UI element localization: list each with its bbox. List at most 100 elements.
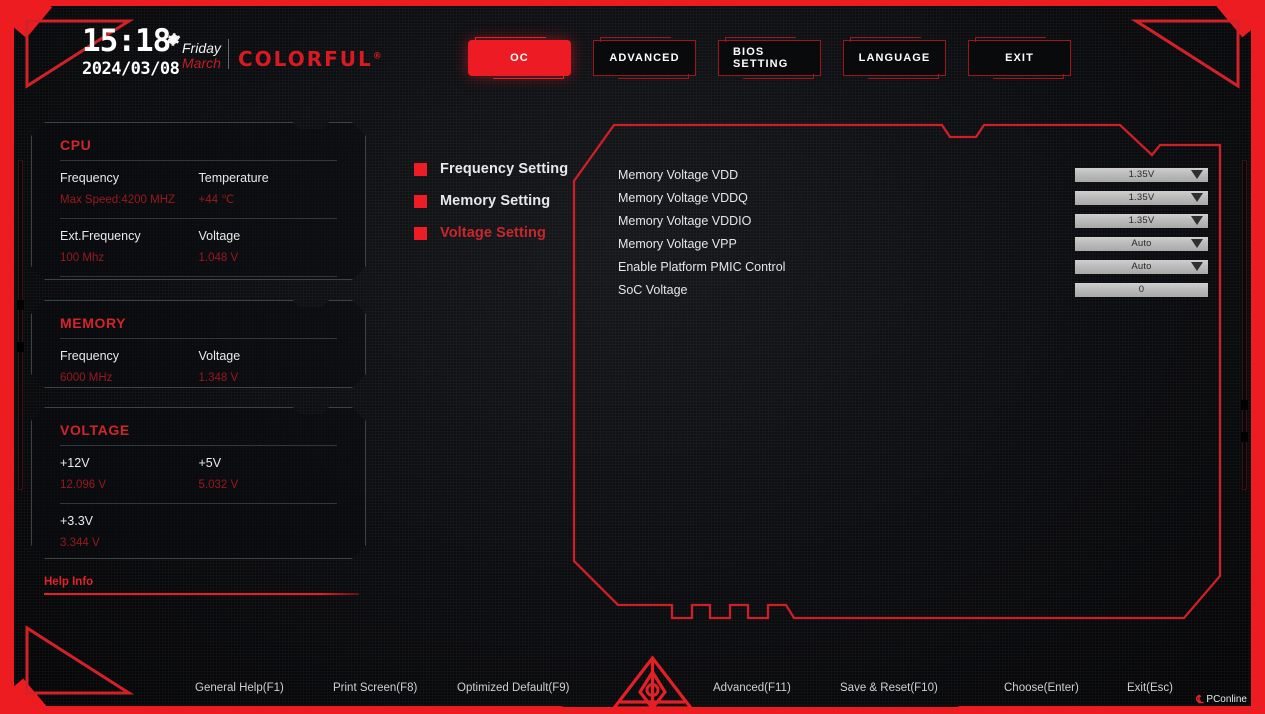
header: 15:18 2024/03/08 Friday March COLORFUL® … — [0, 6, 1265, 90]
info-cell: Frequency 6000 MHz — [60, 347, 199, 387]
setting-label: Memory Voltage VDDQ — [618, 190, 748, 205]
hotkey-general-help[interactable]: General Help(F1) — [195, 682, 284, 694]
menu-item-voltage-setting[interactable]: Voltage Setting — [414, 217, 568, 249]
divider — [60, 561, 337, 562]
settings-list: Memory Voltage VDD 1.35V Memory Voltage … — [618, 163, 1208, 301]
tab-oc-label: OC — [510, 52, 529, 64]
tab-language-label: LANGUAGE — [858, 52, 931, 64]
frame-rail-left — [18, 160, 23, 490]
tab-bios-setting[interactable]: BIOS SETTING — [718, 37, 821, 79]
tab-exit[interactable]: EXIT — [968, 37, 1071, 79]
info-value: 3.344 V — [60, 536, 100, 549]
bullet-square-icon — [414, 162, 427, 176]
rail-notch-right-2 — [1241, 432, 1248, 442]
squiggle-decoration — [60, 562, 337, 576]
setting-row-memory-voltage-vdd: Memory Voltage VDD 1.35V — [618, 163, 1208, 186]
hotkey-choose[interactable]: Choose(Enter) — [1004, 682, 1079, 694]
dropdown-memory-voltage-vpp[interactable]: Auto — [1075, 236, 1208, 251]
help-info: Help Info — [44, 576, 359, 595]
setting-control: Auto — [942, 236, 1208, 251]
tab-advanced-label: ADVANCED — [609, 52, 680, 64]
chevron-down-icon — [1191, 169, 1203, 179]
info-card-voltage-title: VOLTAGE — [60, 422, 130, 438]
input-value: 0 — [1138, 284, 1145, 295]
info-value: 5.032 V — [198, 478, 239, 491]
info-key: Voltage — [198, 349, 241, 363]
info-value: 12.096 V — [60, 478, 107, 491]
info-card-memory-title: MEMORY — [60, 315, 127, 331]
dropdown-value: 1.35V — [1128, 169, 1155, 180]
footer-stripe — [0, 706, 1265, 714]
info-cell — [199, 512, 338, 552]
brand-name: COLORFUL — [238, 47, 373, 71]
rail-notch-left-2 — [17, 342, 24, 352]
frame-edge-right — [1251, 6, 1265, 707]
chevron-down-icon — [1191, 192, 1203, 202]
info-cell: Frequency Max Speed:4200 MHZ — [60, 169, 199, 209]
menu-item-voltage-setting-label: Voltage Setting — [440, 225, 546, 241]
setting-row-memory-voltage-vpp: Memory Voltage VPP Auto — [618, 232, 1208, 255]
rail-notch-left-1 — [17, 300, 24, 310]
rail-notch-right-1 — [1241, 400, 1248, 410]
info-card-cpu-title: CPU — [60, 137, 92, 153]
setting-label: Memory Voltage VDDIO — [618, 213, 752, 228]
menu-item-memory-setting[interactable]: Memory Setting — [414, 185, 568, 217]
info-key: Frequency — [60, 349, 120, 363]
setting-control: Auto — [942, 259, 1208, 274]
info-key: +12V — [60, 456, 90, 470]
footer-hotkey-bar: General Help(F1) Print Screen(F8) Optimi… — [0, 669, 1265, 707]
hotkey-exit[interactable]: Exit(Esc) — [1127, 682, 1173, 694]
info-value: +44 ℃ — [198, 193, 235, 206]
clock-time: 15:18 — [82, 23, 171, 59]
dropdown-enable-platform-pmic-control[interactable]: Auto — [1075, 259, 1208, 274]
info-cell: Temperature +44 ℃ — [199, 169, 338, 209]
dropdown-value: Auto — [1131, 238, 1152, 249]
setting-control: 1.35V — [942, 190, 1208, 205]
setting-label: Memory Voltage VPP — [618, 236, 737, 251]
oc-submenu: Frequency Setting Memory Setting Voltage… — [414, 153, 568, 249]
brand-logo: COLORFUL® — [238, 47, 384, 71]
info-card-cpu: CPU Frequency Max Speed:4200 MHZ Tempera… — [31, 122, 366, 280]
info-card-memory: MEMORY Frequency 6000 MHz Voltage 1.348 … — [31, 300, 366, 388]
chevron-down-icon — [1191, 238, 1203, 248]
help-info-label: Help Info — [44, 576, 94, 588]
clock-widget: 15:18 2024/03/08 — [82, 23, 180, 80]
info-key: Voltage — [198, 229, 241, 244]
info-key: +5V — [198, 456, 222, 470]
info-cell: +5V 5.032 V — [199, 454, 338, 494]
info-value: 1.048 V — [198, 251, 239, 264]
setting-row-memory-voltage-vddio: Memory Voltage VDDIO 1.35V — [618, 209, 1208, 232]
info-row: Frequency 6000 MHz Voltage 1.348 V — [60, 339, 337, 396]
info-row: Ext.Frequency 100 Mhz Voltage 1.048 V — [60, 219, 337, 276]
day-name: Friday — [182, 40, 221, 56]
info-cell: Ext.Frequency 100 Mhz — [60, 227, 199, 267]
info-cell: Voltage 1.348 V — [199, 347, 338, 387]
info-key: +3.3V — [60, 514, 94, 529]
info-value: 6000 MHz — [60, 371, 113, 384]
input-soc-voltage[interactable]: 0 — [1075, 282, 1208, 297]
gear-icon — [166, 33, 181, 46]
hotkey-save-reset[interactable]: Save & Reset(F10) — [840, 682, 938, 694]
settings-panel: Memory Voltage VDD 1.35V Memory Voltage … — [572, 121, 1222, 620]
hotkey-advanced[interactable]: Advanced(F11) — [713, 682, 791, 694]
dropdown-value: Auto — [1131, 261, 1152, 272]
squiggle-decoration — [60, 277, 337, 291]
setting-row-soc-voltage: SoC Voltage 0 — [618, 278, 1208, 301]
tab-bios-setting-label: BIOS SETTING — [733, 46, 789, 70]
tab-exit-label: EXIT — [1005, 52, 1034, 64]
tab-advanced[interactable]: ADVANCED — [593, 37, 696, 79]
menu-item-frequency-setting[interactable]: Frequency Setting — [414, 153, 568, 185]
hotkey-print-screen[interactable]: Print Screen(F8) — [333, 682, 417, 694]
dropdown-memory-voltage-vddio[interactable]: 1.35V — [1075, 213, 1208, 228]
tab-oc[interactable]: OC — [468, 37, 571, 79]
hotkey-optimized-default[interactable]: Optimized Default(F9) — [457, 682, 569, 694]
dropdown-memory-voltage-vdd[interactable]: 1.35V — [1075, 167, 1208, 182]
setting-row-memory-voltage-vddq: Memory Voltage VDDQ 1.35V — [618, 186, 1208, 209]
tab-language[interactable]: LANGUAGE — [843, 37, 946, 79]
dropdown-memory-voltage-vddq[interactable]: 1.35V — [1075, 190, 1208, 205]
header-divider — [228, 39, 229, 69]
menu-item-frequency-setting-label: Frequency Setting — [440, 161, 569, 177]
info-row: +3.3V 3.344 V — [60, 504, 337, 561]
chevron-down-icon — [1191, 261, 1203, 271]
setting-control: 1.35V — [942, 213, 1208, 228]
